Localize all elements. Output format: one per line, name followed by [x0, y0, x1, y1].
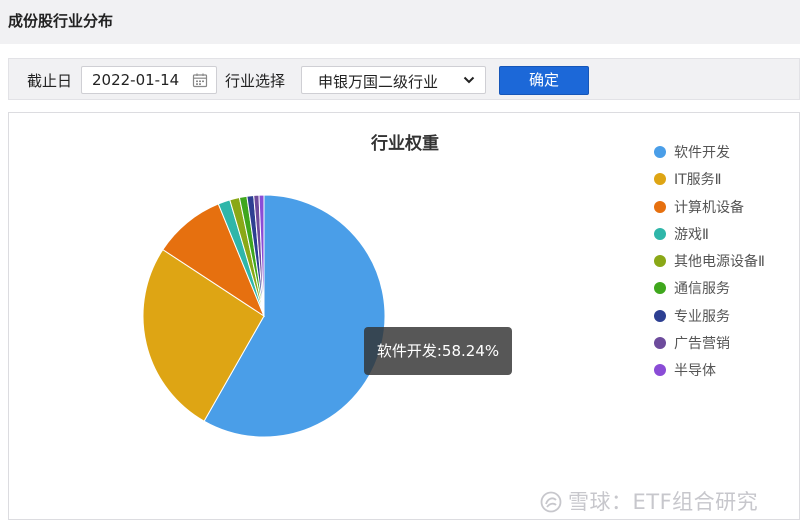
legend-label: 计算机设备 [674, 199, 744, 216]
watermark: 雪球：ETF组合研究 [540, 486, 758, 516]
chevron-down-icon [463, 76, 475, 84]
legend-label: 通信服务 [674, 281, 730, 298]
date-value: 2022-01-14 [92, 71, 180, 89]
calendar-icon[interactable] [192, 72, 208, 88]
legend-dot-icon [654, 337, 666, 350]
legend-label: 专业服务 [674, 308, 730, 325]
legend-label: 游戏Ⅱ [674, 226, 709, 243]
legend-dot-icon [654, 200, 666, 213]
industry-select-value: 申银万国二级行业 [318, 73, 439, 91]
confirm-button[interactable]: 确定 [499, 66, 589, 95]
industry-label: 行业选择 [225, 72, 286, 90]
snowball-logo-icon [540, 491, 562, 513]
legend-label: 其他电源设备Ⅱ [674, 254, 765, 271]
page-header: 成份股行业分布 [0, 0, 800, 44]
legend-dot-icon [654, 227, 666, 240]
filter-bar: 截止日 2022-01-14 行业选择 申银万国二级行业 确定 [8, 58, 800, 100]
date-label: 截止日 [27, 72, 73, 90]
legend-label: IT服务Ⅱ [674, 172, 722, 189]
legend-dot-icon [654, 146, 666, 158]
industry-select[interactable]: 申银万国二级行业 [301, 66, 486, 94]
chart-tooltip: 软件开发:58.24% [364, 327, 512, 375]
legend-label: 软件开发 [674, 145, 730, 161]
legend-label: 广告营销 [674, 336, 730, 353]
chart-panel: 行业权重 软件开发 IT服务Ⅱ 计算机设备 游戏Ⅱ 其他电源设备Ⅱ 通信服务 专业服务 广告营… [8, 112, 800, 520]
date-input[interactable]: 2022-01-14 [81, 66, 217, 94]
legend-label: 半导体 [674, 363, 716, 380]
legend-dot-icon [654, 309, 666, 322]
watermark-text: 雪球：ETF组合研究 [568, 490, 759, 514]
page-title: 成份股行业分布 [8, 12, 114, 30]
